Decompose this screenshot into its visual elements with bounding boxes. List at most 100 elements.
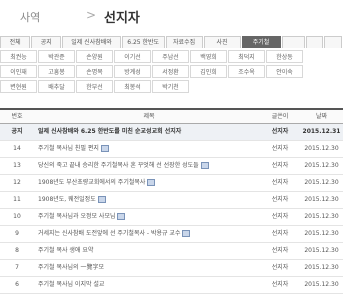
- row-writer: 선지자: [271, 145, 289, 152]
- post-table: 번호 제목 글쓴이 날짜 공지 일제 신사참배와 6.25 한반도를 미친 순교성…: [0, 108, 343, 294]
- col-no: 번호: [11, 113, 23, 120]
- row-writer: 선지자: [271, 213, 289, 220]
- tab-person[interactable]: 한부선: [76, 80, 113, 93]
- table-row[interactable]: 공지 일제 신사참배와 6.25 한반도를 미친 순교성교회 선지자 선지자 2015…: [0, 124, 343, 141]
- post-title-link[interactable]: 주기철 목사 생애 요약: [38, 247, 93, 254]
- row-number: 6: [15, 281, 19, 288]
- row-subject-cell[interactable]: 주기철 목사님의 一覽字모: [34, 260, 260, 276]
- tab-person[interactable]: 손명복: [76, 65, 113, 78]
- row-subject-cell[interactable]: 1908년도, 웨전일정도: [34, 192, 260, 208]
- row-date: 2015.12.30: [304, 162, 339, 169]
- tab-category[interactable]: [305, 36, 324, 48]
- table-row[interactable]: 12 1908년도 부산초량교회에서의 주기철목사 선지자 2015.12.30: [0, 175, 343, 192]
- image-attachment-icon: [200, 162, 209, 169]
- row-date: 2015.12.30: [304, 179, 339, 186]
- image-attachment-icon: [182, 230, 191, 237]
- row-subject-cell[interactable]: 1908년도 부산초량교회에서의 주기철목사: [34, 175, 260, 191]
- row-number: 8: [15, 247, 19, 254]
- tab-person[interactable]: 손양원: [76, 50, 113, 63]
- breadcrumb-separator: >: [86, 8, 97, 22]
- table-body: 공지 일제 신사참배와 6.25 한반도를 미친 순교성교회 선지자 선지자 2015…: [0, 124, 343, 294]
- post-title-link[interactable]: 주기철 목사님과 오정모 사모님: [38, 213, 115, 220]
- tab-person[interactable]: 최덕지: [228, 50, 265, 63]
- table-row[interactable]: 13 당신의 죽고 끝내 승리한 주기철목사 혼 꾸엇해 선 선장한 성도들 선지자…: [0, 158, 343, 175]
- post-title-link[interactable]: 당신의 죽고 끝내 승리한 주기철목사 혼 꾸엇해 선 선장한 성도들: [38, 162, 199, 169]
- tab-person[interactable]: 서정환: [152, 65, 189, 78]
- tab-person[interactable]: 최봉석: [114, 80, 151, 93]
- table-row[interactable]: 7 주기철 목사님의 一覽字모 선지자 2015.12.30: [0, 260, 343, 277]
- tab-category[interactable]: 6.25 한반도: [121, 36, 165, 48]
- tab-category[interactable]: 사진: [203, 36, 241, 48]
- tab-person[interactable]: 방계성: [114, 65, 151, 78]
- table-row[interactable]: 11 1908년도, 웨전일정도 선지자 2015.12.30: [0, 192, 343, 209]
- tab-person[interactable]: 박기천: [152, 80, 189, 93]
- tab-person[interactable]: 최권능: [0, 50, 37, 63]
- image-attachment-icon: [100, 145, 109, 152]
- tab-person[interactable]: 백영희: [190, 50, 227, 63]
- row-number: 14: [13, 145, 21, 152]
- post-title-link[interactable]: 1908년도 부산초량교회에서의 주기철목사: [38, 179, 145, 186]
- table-row[interactable]: 14 주기철 목사님 친필 편지 선지자 2015.12.30: [0, 141, 343, 158]
- tab-category[interactable]: 공지: [31, 36, 62, 48]
- row-number: 13: [13, 162, 21, 169]
- page-title: 선지자: [104, 11, 140, 26]
- tab-category[interactable]: [281, 36, 305, 48]
- image-attachment-icon: [147, 179, 156, 186]
- row-writer: 선지자: [271, 230, 289, 237]
- person-tab-row: 최권능 박관준 손양원 이기선 주남선 백영희 최덕지 한상동: [0, 50, 343, 64]
- row-date: 2015.12.30: [304, 264, 339, 271]
- col-writer: 글쓴이: [271, 113, 289, 120]
- row-number: 공지: [11, 128, 23, 135]
- tab-category[interactable]: [324, 36, 342, 48]
- tab-person[interactable]: 김인희: [190, 65, 227, 78]
- tab-person[interactable]: 변현원: [0, 80, 37, 93]
- row-date: 2015.12.30: [304, 281, 339, 288]
- tab-person[interactable]: 이인재: [0, 65, 37, 78]
- tab-person[interactable]: 배추달: [38, 80, 75, 93]
- row-date: 2015.12.30: [304, 213, 339, 220]
- row-number: 11: [13, 196, 21, 203]
- tab-person[interactable]: 조수옥: [228, 65, 265, 78]
- table-row[interactable]: 9 거세지는 신사참배 도전앞에 선 주기철목사 - 박용규 교수 선지자 2015.…: [0, 226, 343, 243]
- row-subject-cell[interactable]: 주기철 목사 생애 요약: [34, 243, 260, 259]
- tab-category[interactable]: 주기철: [241, 36, 281, 48]
- row-writer: 선지자: [271, 247, 289, 254]
- table-row[interactable]: 10 주기철 목사님과 오정모 사모님 선지자 2015.12.30: [0, 209, 343, 226]
- post-title-link[interactable]: 주기철 목사님의 一覽字모: [38, 264, 104, 271]
- post-title-link[interactable]: 1908년도, 웨전일정도: [38, 196, 96, 203]
- page-header: 사역 > 선지자: [0, 0, 343, 34]
- row-subject-cell[interactable]: 일제 신사참배와 6.25 한반도를 미친 순교성교회 선지자: [34, 124, 260, 140]
- row-subject-cell[interactable]: 거세지는 신사참배 도전앞에 선 주기철목사 - 박용규 교수: [34, 226, 260, 242]
- col-subject: 제목: [143, 113, 155, 120]
- row-writer: 선지자: [271, 196, 289, 203]
- post-title-link[interactable]: 일제 신사참배와 6.25 한반도를 미친 순교성교회 선지자: [38, 128, 181, 135]
- row-subject-cell[interactable]: 당신의 죽고 끝내 승리한 주기철목사 혼 꾸엇해 선 선장한 성도들: [34, 158, 260, 174]
- tab-person[interactable]: 고흥봉: [38, 65, 75, 78]
- row-subject-cell[interactable]: 주기철 목사님 이지막 설교: [34, 277, 260, 293]
- breadcrumb[interactable]: 사역: [20, 9, 40, 25]
- image-attachment-icon: [97, 196, 106, 203]
- row-number: 10: [13, 213, 21, 220]
- tab-person[interactable]: 주남선: [152, 50, 189, 63]
- row-writer: 선지자: [271, 179, 289, 186]
- row-date: 2015.12.30: [304, 230, 339, 237]
- tab-person[interactable]: 안이숙: [266, 65, 303, 78]
- tab-category[interactable]: 전체: [0, 36, 31, 48]
- table-row[interactable]: 6 주기철 목사님 이지막 설교 선지자 2015.12.30: [0, 277, 343, 294]
- tab-person[interactable]: 이기선: [114, 50, 151, 63]
- table-header: 번호 제목 글쓴이 날짜: [0, 108, 343, 124]
- row-writer: 선지자: [271, 128, 289, 135]
- row-subject-cell[interactable]: 주기철 목사님과 오정모 사모님: [34, 209, 260, 225]
- tab-category[interactable]: 자료수집: [165, 36, 203, 48]
- tab-person[interactable]: 한상동: [266, 50, 303, 63]
- person-tab-row: 변현원 배추달 한부선 최봉석 박기천: [0, 80, 343, 94]
- col-date: 날짜: [315, 113, 328, 120]
- table-row[interactable]: 8 주기철 목사 생애 요약 선지자 2015.12.30: [0, 243, 343, 260]
- post-title-link[interactable]: 주기철 목사님 이지막 설교: [38, 281, 104, 288]
- post-title-link[interactable]: 주기철 목사님 친필 편지: [38, 145, 99, 152]
- tab-category[interactable]: 일제 신사참배와: [62, 36, 121, 48]
- tab-person[interactable]: 박관준: [38, 50, 75, 63]
- category-tabs: 전체 공지 일제 신사참배와 6.25 한반도 자료수집 사진 주기철 최권능 박관준 손양원 이…: [0, 36, 343, 94]
- post-title-link[interactable]: 거세지는 신사참배 도전앞에 선 주기철목사 - 박용규 교수: [38, 230, 180, 237]
- row-subject-cell[interactable]: 주기철 목사님 친필 편지: [34, 141, 260, 157]
